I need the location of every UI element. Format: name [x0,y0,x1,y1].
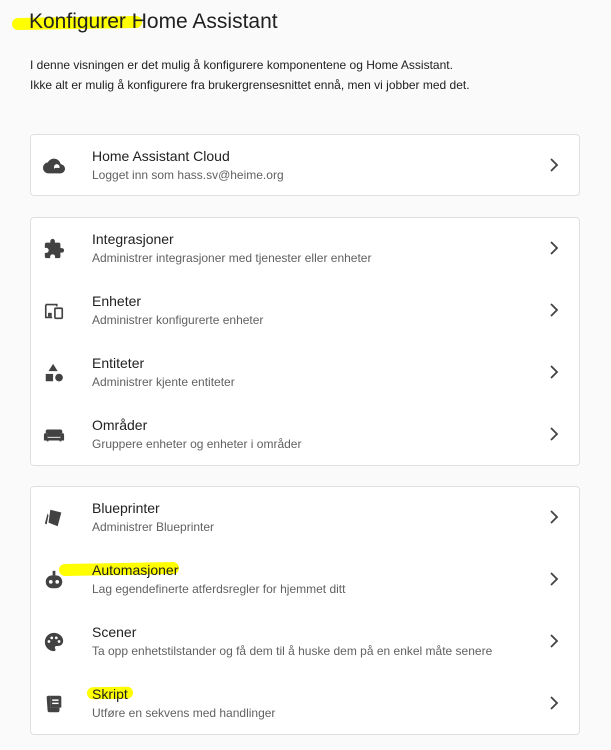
chevron-right-icon [549,695,559,711]
cloud-lock-icon [43,155,65,177]
cloud-card: Home Assistant Cloud Logget inn som hass… [30,134,580,196]
chevron-right-icon [549,302,559,318]
automation-card: Blueprinter Administrer Blueprinter Auto… [30,486,580,735]
devices-icon [43,300,65,322]
nav-item-description: Administrer kjente entiteter [92,375,235,389]
nav-item-description: Administrer Blueprinter [92,520,215,534]
nav-item-label: Automasjoner [92,562,179,578]
page-title: Konfigurer Home Assistant [29,10,278,33]
nav-item-description: Utføre en sekvens med handlinger [92,706,276,720]
nav-item-entities[interactable]: Entiteter Administrer kjente entiteter [31,342,579,404]
config-page: Konfigurer Home Assistant I denne visnin… [0,0,611,750]
sofa-icon [43,424,65,446]
chevron-right-icon [549,509,559,525]
nav-item-automations[interactable]: Automasjoner Lag egendefinerte atferdsre… [31,549,579,611]
nav-item-label: Områder [92,417,148,433]
nav-item-description: Administrer konfigurerte enheter [92,313,264,327]
nav-item-devices[interactable]: Enheter Administrer konfigurerte enheter [31,280,579,342]
nav-item-areas[interactable]: Områder Gruppere enheter og enheter i om… [31,404,579,466]
chevron-right-icon [549,426,559,442]
blueprint-icon [43,507,65,529]
chevron-right-icon [549,157,559,173]
nav-item-scripts[interactable]: Skript Utføre en sekvens med handlinger [31,673,579,735]
nav-item-label: Home Assistant Cloud [92,148,230,164]
palette-icon [43,631,65,653]
nav-item-label: Entiteter [92,355,145,371]
nav-item-label: Enheter [92,293,142,309]
nav-item-label: Integrasjoner [92,231,174,247]
devices-card: Integrasjoner Administrer integrasjoner … [30,217,580,466]
robot-icon [43,569,65,591]
chevron-right-icon [549,240,559,256]
intro-text: I denne visningen er det mulig å konfigu… [30,58,470,92]
nav-item-scenes[interactable]: Scener Ta opp enhetstilstander og få dem… [31,611,579,673]
shape-icon [43,362,65,384]
script-icon [43,693,65,715]
nav-item-label: Skript [92,686,128,702]
nav-item-label: Scener [92,624,137,640]
nav-item-blueprints[interactable]: Blueprinter Administrer Blueprinter [31,487,579,549]
nav-item-integrations[interactable]: Integrasjoner Administrer integrasjoner … [31,218,579,280]
chevron-right-icon [549,571,559,587]
chevron-right-icon [549,364,559,380]
chevron-right-icon [549,633,559,649]
nav-item-description: Administrer integrasjoner med tjenester … [92,251,372,265]
nav-item-description: Ta opp enhetstilstander og få dem til å … [92,644,493,658]
puzzle-icon [43,238,65,260]
nav-item-description: Lag egendefinerte atferdsregler for hjem… [92,582,346,596]
nav-item-label: Blueprinter [92,500,160,516]
nav-item-description: Gruppere enheter og enheter i områder [92,437,302,451]
nav-item-cloud[interactable]: Home Assistant Cloud Logget inn som hass… [31,135,579,197]
nav-item-description: Logget inn som hass.sv@heime.org [92,168,284,182]
